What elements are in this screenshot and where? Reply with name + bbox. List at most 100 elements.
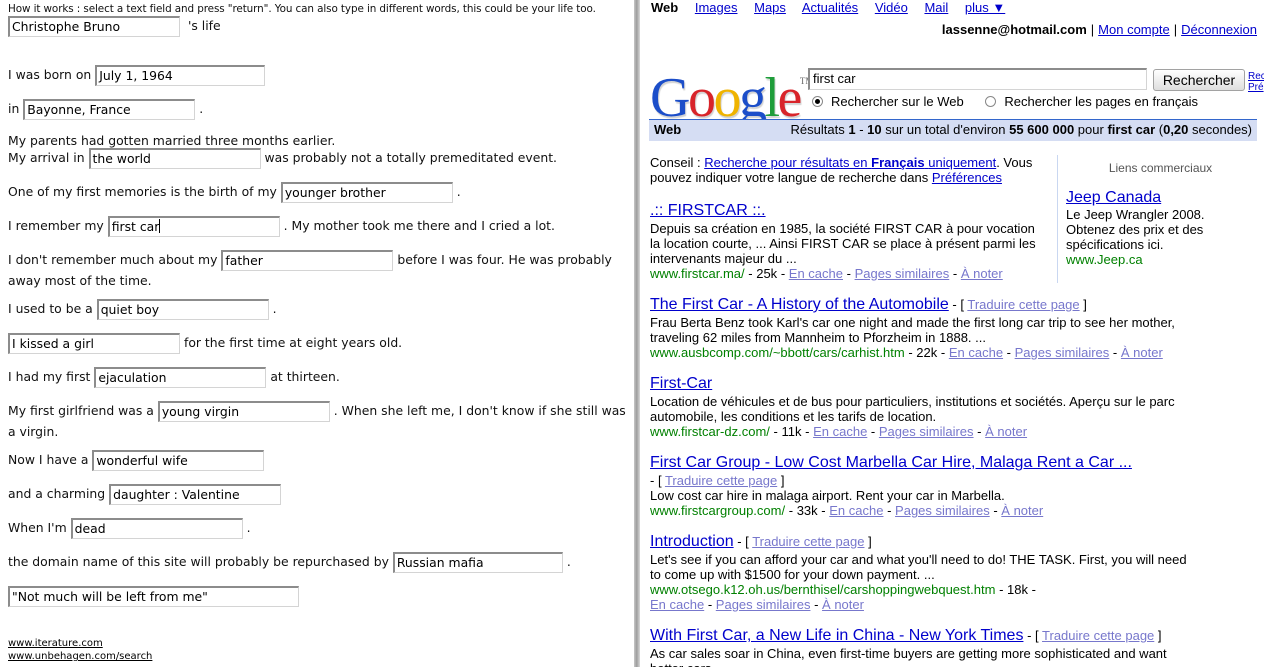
- cache-link[interactable]: En cache: [813, 424, 867, 439]
- radio-web[interactable]: [812, 96, 823, 107]
- similar-link[interactable]: Pages similaires: [855, 266, 950, 281]
- result-url: www.firstcar.ma/: [650, 266, 745, 281]
- iterature-link[interactable]: www.iterature.com: [8, 637, 152, 650]
- search-result: First Car Group - Low Cost Marbella Car …: [650, 453, 1190, 518]
- in-label: in: [8, 101, 20, 116]
- result-title-link[interactable]: The First Car - A History of the Automob…: [650, 296, 949, 313]
- result-meta: www.firstcar.ma/ - 25k - En cache - Page…: [650, 266, 1045, 281]
- ad-description: Le Jeep Wrangler 2008. Obtenez des prix …: [1066, 207, 1205, 252]
- father-field[interactable]: father: [221, 250, 394, 271]
- meta-sep: -: [821, 503, 826, 518]
- row-wife: Now I have a wonderful wife: [8, 450, 628, 471]
- remember-field[interactable]: first car: [107, 216, 280, 237]
- arrival-field[interactable]: the world: [88, 148, 261, 169]
- bracket: - [: [737, 534, 749, 549]
- row-kissed: I kissed a girl for the first time at ei…: [8, 333, 628, 354]
- translate-link[interactable]: Traduire cette page: [967, 297, 1079, 312]
- result-title-link[interactable]: First-Car: [650, 374, 1190, 394]
- girlfriend-field[interactable]: young virgin: [157, 401, 330, 422]
- period: .: [456, 184, 461, 199]
- result-meta: En cache - Pages similaires - À noter: [650, 597, 1190, 612]
- father-label: I don't remember much about my: [8, 252, 218, 267]
- note-link[interactable]: À noter: [822, 597, 864, 612]
- note-link[interactable]: À noter: [1121, 345, 1163, 360]
- cache-link[interactable]: En cache: [789, 266, 843, 281]
- search-result: Introduction - [ Traduire cette page ] L…: [650, 532, 1190, 612]
- advanced-search-link[interactable]: Rec: [1248, 71, 1264, 82]
- born-label: I was born on: [8, 67, 92, 82]
- memory-field[interactable]: younger brother: [280, 182, 453, 203]
- nav-video[interactable]: Vidéo: [875, 0, 908, 15]
- account-separator: |: [1090, 22, 1095, 37]
- stats-query: first car: [1107, 122, 1156, 137]
- my-account-link[interactable]: Mon compte: [1098, 22, 1170, 37]
- search-result: .:: FIRSTCAR ::. Depuis sa création en 1…: [650, 201, 1045, 281]
- dead-field[interactable]: dead: [70, 518, 243, 539]
- result-title-link[interactable]: First Car Group - Low Cost Marbella Car …: [650, 453, 1190, 473]
- ad-title-link[interactable]: Jeep Canada: [1066, 188, 1255, 207]
- similar-link[interactable]: Pages similaires: [895, 503, 990, 518]
- cache-link[interactable]: En cache: [650, 597, 704, 612]
- similar-link[interactable]: Pages similaires: [879, 424, 974, 439]
- translate-link[interactable]: Traduire cette page: [1042, 628, 1154, 643]
- name-field[interactable]: Christophe Bruno: [8, 16, 180, 37]
- stats-text: -: [855, 122, 868, 137]
- note-link[interactable]: À noter: [1001, 503, 1043, 518]
- result-title-link[interactable]: With First Car, a New Life in China - Ne…: [650, 627, 1023, 644]
- search-result: First-Car Location de véhicules et de bu…: [650, 374, 1190, 439]
- first-field[interactable]: ejaculation: [94, 367, 267, 388]
- nav-news[interactable]: Actualités: [802, 0, 858, 15]
- cache-link[interactable]: En cache: [949, 345, 1003, 360]
- stats-text: (: [1155, 122, 1164, 137]
- logout-link[interactable]: Déconnexion: [1181, 22, 1257, 37]
- note-link[interactable]: À noter: [961, 266, 1003, 281]
- result-title-link[interactable]: .:: FIRSTCAR ::.: [650, 201, 1045, 221]
- tip-link-text: Recherche pour résultats en: [704, 155, 868, 170]
- radio-french-label: Rechercher les pages en français: [1004, 94, 1199, 109]
- remember-label: I remember my: [8, 218, 104, 233]
- search-input[interactable]: first car: [808, 68, 1147, 90]
- wife-label: Now I have a: [8, 452, 89, 467]
- result-title: With First Car, a New Life in China - Ne…: [650, 627, 1024, 644]
- stats-text: sur un total d'environ: [881, 122, 1010, 137]
- similar-link[interactable]: Pages similaires: [1015, 345, 1110, 360]
- unbehagen-link[interactable]: www.unbehagen.com/search: [8, 650, 152, 663]
- preferences-link[interactable]: Pré: [1248, 82, 1264, 93]
- result-snippet: Location de véhicules et de bus pour par…: [650, 394, 1175, 424]
- daughter-field[interactable]: daughter : Valentine: [109, 484, 282, 505]
- arrival-label: My arrival in: [8, 150, 85, 165]
- kissed-field[interactable]: I kissed a girl: [8, 333, 180, 354]
- translate-link[interactable]: Traduire cette page: [752, 534, 864, 549]
- nav-maps[interactable]: Maps: [754, 0, 786, 15]
- radio-french[interactable]: [985, 96, 997, 107]
- similar-link[interactable]: Pages similaires: [716, 597, 811, 612]
- meta-sep: -: [707, 597, 713, 612]
- note-link[interactable]: À noter: [985, 424, 1027, 439]
- arrival-suffix: was probably not a totally premeditated …: [264, 150, 557, 165]
- tip-french-link[interactable]: Recherche pour résultats en Français uni…: [704, 155, 996, 170]
- domain-field[interactable]: Russian mafia: [392, 552, 563, 573]
- google-logo[interactable]: GoogleTM: [650, 52, 813, 127]
- meta-sep: -: [908, 345, 913, 360]
- google-panel: Web Images Maps Actualités Vidéo Mail pl…: [640, 0, 1264, 667]
- result-size: 22k: [916, 345, 938, 360]
- tip-label: Conseil :: [650, 155, 701, 170]
- meta-sep: -: [977, 424, 982, 439]
- used-field[interactable]: quiet boy: [96, 299, 269, 320]
- meta-sep: -: [1112, 345, 1118, 360]
- story-panel: How it works : select a text field and p…: [0, 0, 634, 667]
- search-button[interactable]: Rechercher: [1153, 69, 1245, 91]
- tip-preferences-link[interactable]: Préférences: [932, 170, 1002, 185]
- nav-mail[interactable]: Mail: [924, 0, 948, 15]
- wife-field[interactable]: wonderful wife: [92, 450, 265, 471]
- stats-total: 55 600 000: [1009, 122, 1075, 137]
- born-place-field[interactable]: Bayonne, France: [23, 99, 196, 120]
- born-date-field[interactable]: July 1, 1964: [95, 65, 266, 86]
- translate-link[interactable]: Traduire cette page: [665, 473, 777, 488]
- result-title-link[interactable]: Introduction: [650, 533, 734, 550]
- nav-images[interactable]: Images: [695, 0, 738, 15]
- last-field[interactable]: "Not much will be left from me": [8, 586, 299, 607]
- nav-more[interactable]: plus ▼: [965, 0, 1005, 15]
- tip-link-text: uniquement: [928, 155, 997, 170]
- cache-link[interactable]: En cache: [829, 503, 883, 518]
